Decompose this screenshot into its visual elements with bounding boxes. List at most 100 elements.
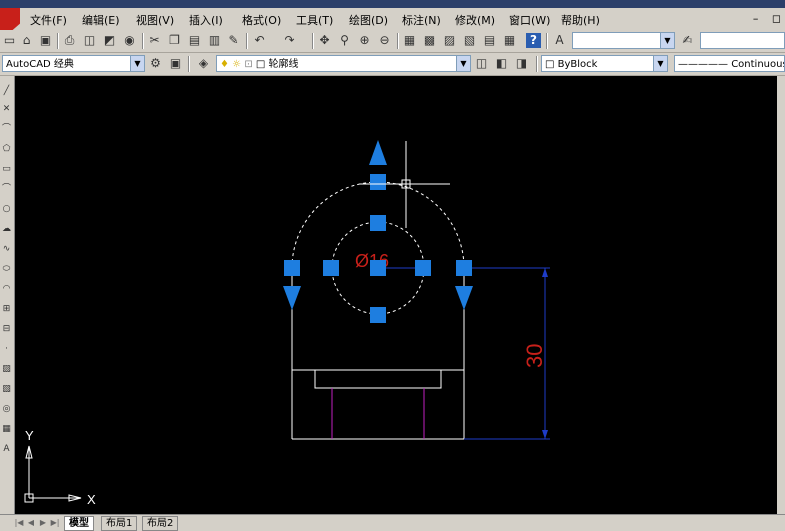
copy-icon[interactable]: ❐ [167,33,182,48]
markup-icon[interactable]: ▤ [482,33,497,48]
dimstyle-icon[interactable]: ✍ [680,33,695,48]
draw-toolbar: ╱ ✕ ⌒ ⬠ ▭ ⌒ ○ ☁ ∿ ⬭ ◠ ⊞ ⊟ · ▨ ▧ ◎ ▦ A [0,76,15,516]
slot[interactable] [314,370,442,389]
new-icon[interactable]: ▭ [2,33,17,48]
matchprop-icon[interactable]: ▥ [207,33,222,48]
revcloud-icon[interactable]: ☁ [1,224,12,235]
tab-layout1[interactable]: 布局1 [101,516,138,531]
make-current-icon[interactable]: ◫ [474,56,489,71]
menu-tools[interactable]: 工具(T) [296,12,333,28]
grip-arrow-up[interactable] [369,140,387,165]
color-swatch-icon: □ [545,59,555,70]
linetype-combo[interactable]: ————— Continuous [674,55,785,72]
menu-format[interactable]: 格式(O) [242,12,281,28]
menu-draw[interactable]: 绘图(D) [349,12,388,28]
workspace-combo[interactable]: AutoCAD 经典 ▼ [2,55,145,72]
layer-state-icon[interactable]: ◨ [514,56,529,71]
menu-dimension[interactable]: 标注(N) [402,12,441,28]
pan-icon[interactable]: ✥ [317,33,332,48]
tab-layout2[interactable]: 布局2 [142,516,179,531]
standard-toolbar: ▭ ⌂ ▣ ⎙ ◫ ◩ ◉ ✂ ❐ ▤ ▥ ✎ ↶ ↷ ✥ ⚲ ⊕ ⊖ ▦ ▩ … [0,30,785,53]
textstyle-icon[interactable]: A [552,33,567,48]
vertical-scrollbar[interactable] [777,76,785,514]
open-icon[interactable]: ⌂ [19,33,34,48]
layer-manager-icon[interactable]: ◈ [196,56,211,71]
region-icon[interactable]: ◎ [1,404,12,415]
zoom-realtime-icon[interactable]: ⚲ [337,33,352,48]
plot-icon[interactable]: ◉ [122,33,137,48]
polyline-icon[interactable]: ⌒ [1,124,12,135]
grip-left-outer[interactable] [284,260,300,276]
grip-top-outer[interactable] [370,174,386,190]
rectangle-icon[interactable]: ▭ [1,164,12,175]
designcenter-icon[interactable]: ▩ [422,33,437,48]
grip-left-inner[interactable] [323,260,339,276]
tab-model[interactable]: 模型 [64,516,94,531]
arc-icon[interactable]: ⌒ [1,184,12,195]
drawing-canvas[interactable]: 30 Ø16 Y X [15,76,777,514]
first-tab-icon[interactable]: |◀ [14,517,24,528]
layer-previous-icon[interactable]: ◧ [494,56,509,71]
preview-icon[interactable]: ◫ [82,33,97,48]
next-tab-icon[interactable]: ▶ [38,517,48,528]
prev-tab-icon[interactable]: ◀ [26,517,36,528]
help-icon[interactable]: ? [526,33,541,48]
zoom-previous-icon[interactable]: ⊖ [377,33,392,48]
properties-icon[interactable]: ▦ [402,33,417,48]
grip-bottom-inner[interactable] [370,307,386,323]
grip-right-outer[interactable] [456,260,472,276]
ellipse-icon[interactable]: ⬭ [1,264,12,275]
layer-combo[interactable]: ♦ ☼ ⊡ □ 轮廓线 ▼ [216,55,471,72]
line-icon[interactable]: ╱ [1,86,12,97]
grip-right-inner[interactable] [415,260,431,276]
menu-help[interactable]: 帮助(H) [561,12,600,28]
save-icon[interactable]: ▣ [38,33,53,48]
menu-edit[interactable]: 编辑(E) [82,12,120,28]
undo-icon[interactable]: ↶ [252,33,267,48]
redo-icon[interactable]: ↷ [282,33,297,48]
spline-icon[interactable]: ∿ [1,244,12,255]
dim-style-combo[interactable] [700,32,785,49]
grip-arrow-right-down[interactable] [455,286,473,310]
dimension-text[interactable]: 30 [522,344,547,368]
polygon-icon[interactable]: ⬠ [1,144,12,155]
color-combo[interactable]: □ ByBlock ▼ [541,55,668,72]
circle-icon[interactable]: ○ [1,204,12,215]
workspace-icon[interactable]: ▣ [168,56,183,71]
ucs-icon [24,445,82,503]
toolpalette-icon[interactable]: ▨ [442,33,457,48]
menu-bar: 文件(F) 编辑(E) 视图(V) 插入(I) 格式(O) 工具(T) 绘图(D… [0,8,785,34]
paste-icon[interactable]: ▤ [187,33,202,48]
menu-file[interactable]: 文件(F) [30,12,67,28]
minimize-button[interactable]: – [753,12,759,25]
mtext-icon[interactable]: A [1,444,12,455]
layer-name: 轮廓线 [268,59,299,70]
make-block-icon[interactable]: ⊟ [1,324,12,335]
brush-icon[interactable]: ✎ [226,33,241,48]
menu-view[interactable]: 视图(V) [136,12,174,28]
menu-insert[interactable]: 插入(I) [189,12,223,28]
table-icon[interactable]: ▦ [1,424,12,435]
sheetset-icon[interactable]: ▧ [462,33,477,48]
zoom-window-icon[interactable]: ⊕ [357,33,372,48]
grip-top-inner[interactable] [370,215,386,231]
print-icon[interactable]: ⎙ [62,33,77,48]
last-tab-icon[interactable]: ▶| [50,517,60,528]
cut-icon[interactable]: ✂ [147,33,162,48]
insert-block-icon[interactable]: ⊞ [1,304,12,315]
gradient-icon[interactable]: ▧ [1,384,12,395]
menu-window[interactable]: 窗口(W) [509,12,550,28]
calc-icon[interactable]: ▦ [502,33,517,48]
point-icon[interactable]: · [1,344,12,355]
menu-modify[interactable]: 修改(M) [455,12,495,28]
ellipse-arc-icon[interactable]: ◠ [1,284,12,295]
text-style-combo[interactable]: ▼ [572,32,675,49]
grip-center[interactable] [370,260,386,276]
restore-button[interactable]: ◻ [772,12,781,25]
construction-line-icon[interactable]: ✕ [1,104,12,115]
color-value: ByBlock [557,59,598,70]
publish-icon[interactable]: ◩ [102,33,117,48]
workspace-settings-icon[interactable]: ⚙ [148,56,163,71]
grip-arrow-left-down[interactable] [283,286,301,310]
hatch-icon[interactable]: ▨ [1,364,12,375]
